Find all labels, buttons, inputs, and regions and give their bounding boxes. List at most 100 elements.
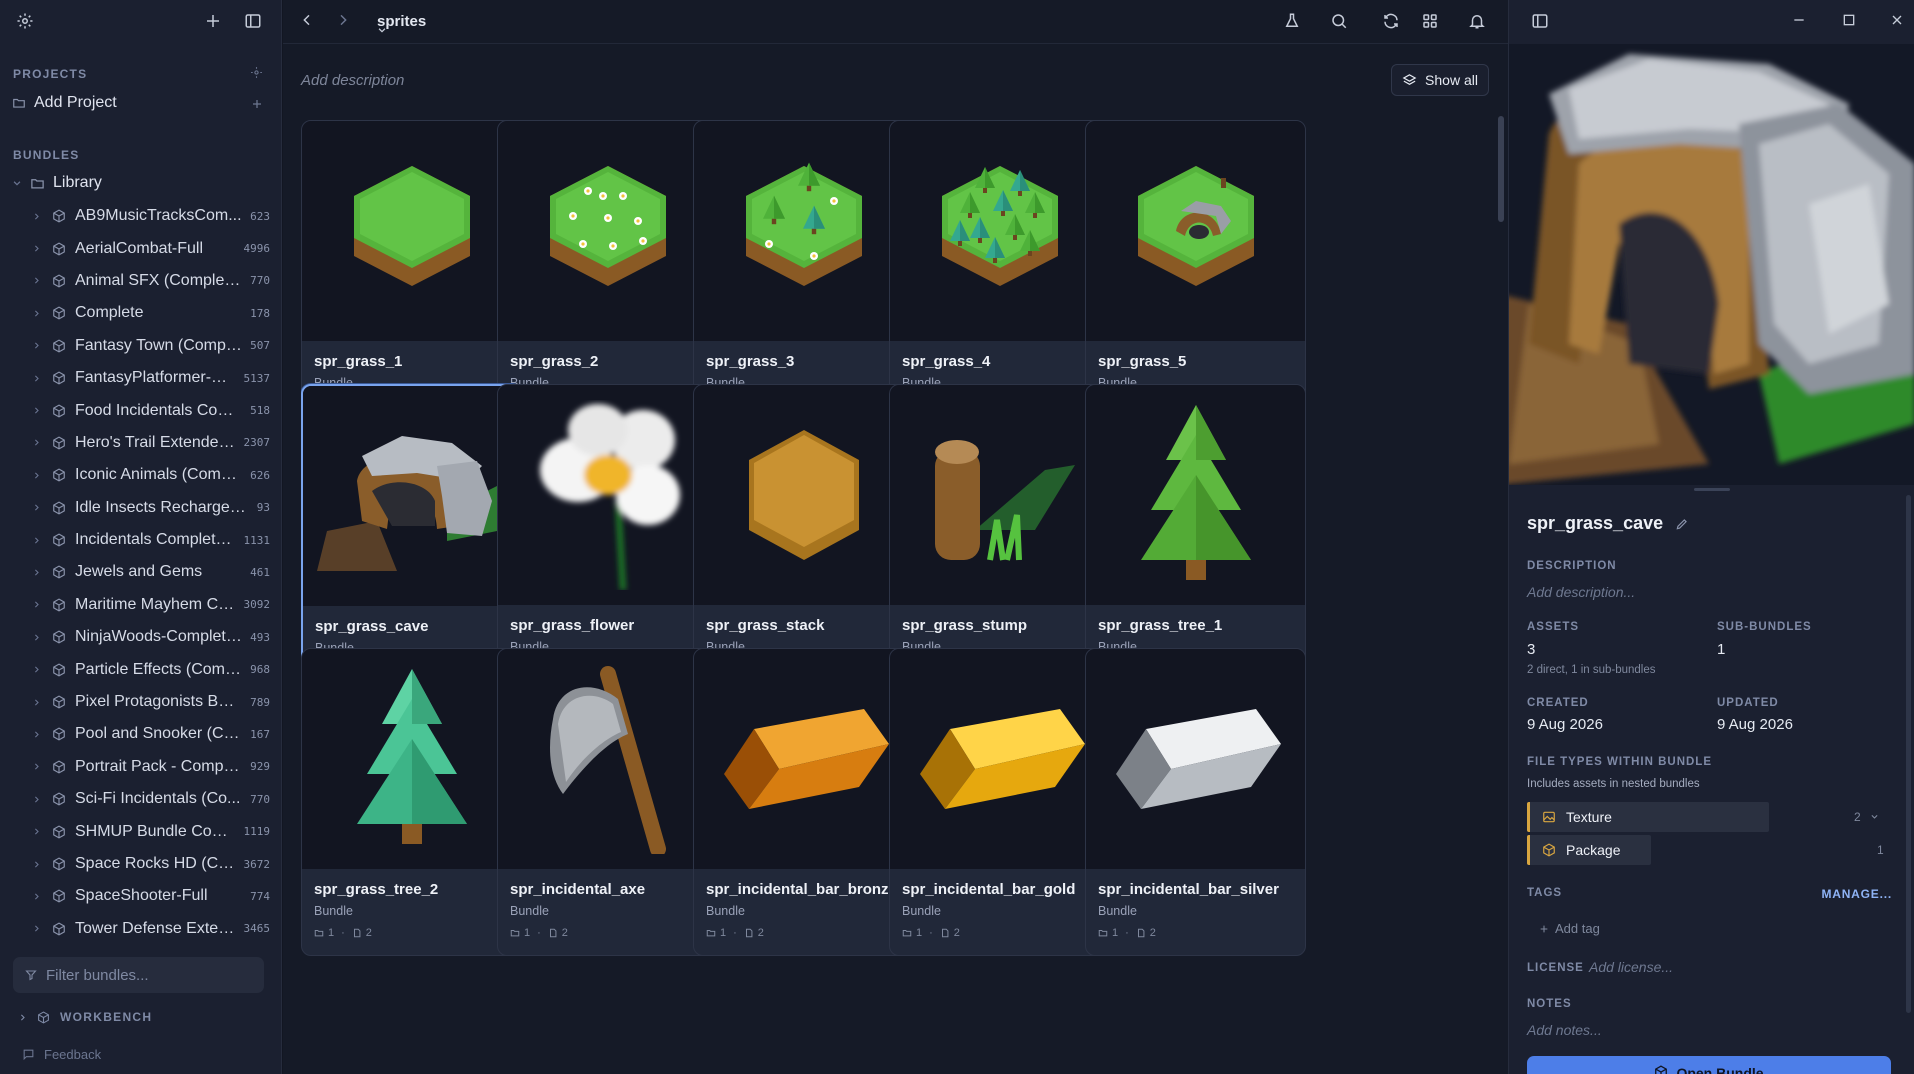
- chevron-right-icon[interactable]: [30, 406, 42, 415]
- chevron-right-icon[interactable]: [30, 924, 42, 933]
- filter-bundles-input[interactable]: Filter bundles...: [13, 957, 264, 993]
- bundle-card[interactable]: spr_grass_stackBundle1·2: [693, 384, 914, 692]
- bundle-card[interactable]: spr_grass_1Bundle1·2: [301, 120, 522, 428]
- maximize-icon[interactable]: [1841, 12, 1857, 28]
- filetype-row-package[interactable]: Package: [1527, 835, 1651, 865]
- chevron-right-icon[interactable]: [30, 600, 42, 609]
- bundle-list-item[interactable]: SHMUP Bundle Com... 1119: [0, 815, 282, 847]
- bundle-card[interactable]: spr_grass_caveBundle1·2: [301, 384, 522, 692]
- chevron-right-icon[interactable]: [30, 471, 42, 480]
- chevron-right-icon[interactable]: [30, 762, 42, 771]
- pencil-edit-icon[interactable]: [1675, 517, 1689, 531]
- bundle-card[interactable]: spr_incidental_bar_silver Bundle 1 · 2: [1085, 648, 1306, 956]
- detail-scrollbar[interactable]: [1906, 495, 1911, 1013]
- grid-scrollbar[interactable]: [1498, 116, 1504, 222]
- grid-view-icon[interactable]: [1421, 12, 1439, 30]
- chevron-right-icon[interactable]: [30, 438, 42, 447]
- bundle-card[interactable]: spr_grass_5Bundle1·2: [1085, 120, 1306, 428]
- bundle-list-item[interactable]: Iconic Animals (Compl... 626: [0, 459, 282, 491]
- chevron-right-icon[interactable]: [30, 503, 42, 512]
- bundle-card[interactable]: spr_grass_tree_2 Bundle 1 · 2: [301, 648, 522, 956]
- bundle-card[interactable]: spr_grass_stumpBundle1·2: [889, 384, 1110, 692]
- bundle-list-item[interactable]: SpaceShooter-Full 774: [0, 880, 282, 912]
- bundle-list-item[interactable]: Pool and Snooker (Co... 167: [0, 718, 282, 750]
- panel-toggle-icon[interactable]: [1531, 12, 1549, 30]
- filetype-row-texture[interactable]: Texture: [1527, 802, 1769, 832]
- settings-gear-icon[interactable]: [16, 12, 34, 30]
- projects-settings-icon[interactable]: [250, 66, 263, 79]
- resize-handle[interactable]: [1694, 488, 1730, 491]
- search-icon[interactable]: [1330, 12, 1348, 30]
- bundle-list-item[interactable]: Fantasy Town (Compl... 507: [0, 330, 282, 362]
- chevron-right-icon[interactable]: [30, 536, 42, 545]
- bundle-list-item[interactable]: Tower Defense Exten... 3465: [0, 913, 282, 945]
- chevron-right-icon[interactable]: [30, 827, 42, 836]
- chevron-right-icon[interactable]: [30, 276, 42, 285]
- plus-icon[interactable]: [204, 12, 222, 30]
- bundle-list-item[interactable]: Jewels and Gems 461: [0, 556, 282, 588]
- breadcrumb[interactable]: sprites: [377, 13, 426, 33]
- bundle-list-item[interactable]: Sci-Fi Incidentals (Co... 770: [0, 783, 282, 815]
- refresh-icon[interactable]: [1382, 12, 1400, 30]
- bundle-list-item[interactable]: Portrait Pack - Comple... 929: [0, 751, 282, 783]
- chevron-right-icon[interactable]: [30, 730, 42, 739]
- feedback-link[interactable]: Feedback: [22, 1047, 101, 1062]
- bundle-card[interactable]: spr_grass_flowerBundle1·2: [497, 384, 718, 692]
- back-arrow-icon[interactable]: [299, 12, 315, 28]
- chevron-right-icon[interactable]: [30, 892, 42, 901]
- bundle-list-item[interactable]: Food Incidentals Com... 518: [0, 394, 282, 426]
- show-all-button[interactable]: Show all: [1391, 64, 1489, 96]
- bundle-list-item[interactable]: Complete 178: [0, 297, 282, 329]
- bundle-card[interactable]: spr_grass_2Bundle1·2: [497, 120, 718, 428]
- notes-field[interactable]: Add notes...: [1527, 1022, 1602, 1038]
- chevron-right-icon[interactable]: [30, 633, 42, 642]
- chevron-down-icon[interactable]: [12, 178, 22, 188]
- bundle-card[interactable]: spr_grass_3Bundle1·2: [693, 120, 914, 428]
- bundle-list-item[interactable]: Maritime Mayhem Co... 3092: [0, 589, 282, 621]
- chevron-down-icon[interactable]: [1870, 812, 1879, 821]
- add-tag-button[interactable]: Add tag: [1539, 921, 1600, 936]
- chevron-right-icon[interactable]: [18, 1013, 27, 1022]
- bundle-card[interactable]: spr_grass_tree_1Bundle1·2: [1085, 384, 1306, 692]
- bundle-list-item[interactable]: FantasyPlatformer-Full 5137: [0, 362, 282, 394]
- open-bundle-button[interactable]: Open Bundle: [1527, 1056, 1891, 1074]
- workbench-section[interactable]: WORKBENCH: [18, 1010, 152, 1024]
- bundle-list-item[interactable]: NinjaWoods-Complete... 493: [0, 621, 282, 653]
- bundle-card[interactable]: spr_grass_4Bundle1·2: [889, 120, 1110, 428]
- license-field[interactable]: Add license...: [1589, 959, 1673, 975]
- chevron-right-icon[interactable]: [30, 309, 42, 318]
- chevron-right-icon[interactable]: [30, 698, 42, 707]
- bundle-list-item[interactable]: Animal SFX (Complete... 770: [0, 265, 282, 297]
- bundle-list-item[interactable]: Particle Effects (Comp... 968: [0, 653, 282, 685]
- bundle-list-item[interactable]: Incidentals Complete... 1131: [0, 524, 282, 556]
- bell-icon[interactable]: [1468, 12, 1486, 30]
- bundle-list-item[interactable]: Idle Insects Recharged ... 93: [0, 492, 282, 524]
- forward-arrow-icon[interactable]: [335, 12, 351, 28]
- bundle-list-item[interactable]: Hero's Trail Extended ... 2307: [0, 427, 282, 459]
- bundle-list-item[interactable]: AB9MusicTracksCom... 623: [0, 200, 282, 232]
- manage-tags-button[interactable]: MANAGE...: [1821, 887, 1892, 901]
- bundle-list-item[interactable]: Space Rocks HD (Co... 3672: [0, 848, 282, 880]
- chevron-right-icon[interactable]: [30, 374, 42, 383]
- chevron-right-icon[interactable]: [30, 341, 42, 350]
- folder-description-placeholder[interactable]: Add description: [301, 72, 404, 89]
- chevron-right-icon[interactable]: [30, 244, 42, 253]
- bundle-card[interactable]: spr_incidental_bar_bronze Bundle 1 · 2: [693, 648, 914, 956]
- chevron-right-icon[interactable]: [30, 665, 42, 674]
- chevron-right-icon[interactable]: [30, 795, 42, 804]
- chevron-right-icon[interactable]: [30, 860, 42, 869]
- description-field[interactable]: Add description...: [1527, 584, 1635, 600]
- library-tree-root[interactable]: Library: [12, 174, 102, 192]
- close-icon[interactable]: [1889, 12, 1905, 28]
- add-project-plus-icon[interactable]: [251, 98, 263, 110]
- chevron-right-icon[interactable]: [30, 568, 42, 577]
- chevron-right-icon[interactable]: [30, 212, 42, 221]
- add-project-item[interactable]: Add Project: [12, 94, 117, 112]
- bundle-card[interactable]: spr_incidental_axe Bundle 1 · 2: [497, 648, 718, 956]
- minimize-icon[interactable]: [1791, 12, 1807, 28]
- bundle-list-item[interactable]: Pixel Protagonists Bun... 789: [0, 686, 282, 718]
- bundle-card[interactable]: spr_incidental_bar_gold Bundle 1 · 2: [889, 648, 1110, 956]
- bundle-list-item[interactable]: AerialCombat-Full 4996: [0, 232, 282, 264]
- sidebar-toggle-icon[interactable]: [244, 12, 262, 30]
- flask-icon[interactable]: [1283, 12, 1301, 30]
